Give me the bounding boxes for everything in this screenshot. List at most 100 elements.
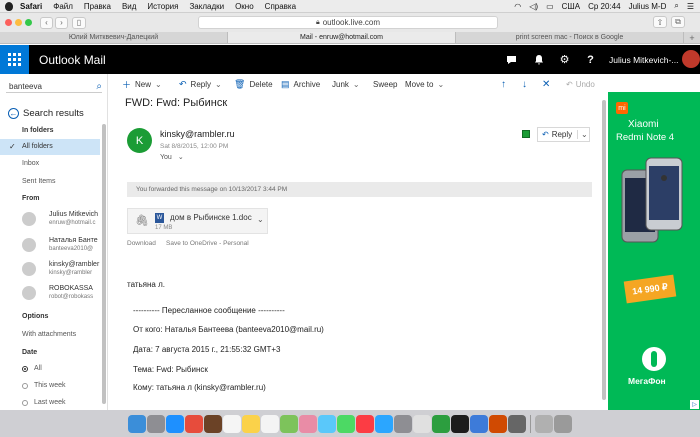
chevron-down-icon[interactable]: ⌄ [577, 130, 589, 139]
chevron-down-icon[interactable]: ⌄ [155, 80, 162, 89]
menu-edit[interactable]: Правка [84, 2, 111, 11]
undo-button[interactable]: ↶ Undo [566, 74, 595, 94]
user-menu[interactable]: Julius Mitkevich-... [609, 45, 678, 74]
chevron-down-icon[interactable]: ⌄ [257, 215, 264, 224]
help-icon[interactable]: ? [577, 45, 604, 74]
notes-icon[interactable] [242, 414, 260, 433]
terminal-icon[interactable] [451, 414, 469, 433]
move-to-button[interactable]: Move to ⌄ [405, 74, 444, 94]
radio-all[interactable] [22, 366, 28, 372]
sweep-button[interactable]: Sweep [373, 74, 397, 94]
chevron-down-icon[interactable]: ⌄ [437, 80, 444, 89]
share-button[interactable]: ⇧ [653, 16, 667, 28]
download-link[interactable]: Download [127, 240, 156, 247]
menu-file[interactable]: Файл [53, 2, 73, 11]
zoom-window-button[interactable] [25, 19, 32, 26]
menu-history[interactable]: История [147, 2, 178, 11]
facetime-icon[interactable] [337, 414, 355, 433]
app-icon[interactable] [508, 414, 526, 433]
photo-booth-icon[interactable] [185, 414, 203, 433]
finder-icon[interactable] [128, 414, 146, 433]
app-launcher-icon[interactable] [0, 45, 29, 74]
calendar-icon[interactable] [223, 414, 241, 433]
menu-window[interactable]: Окно [235, 2, 254, 11]
chat-icon[interactable] [498, 45, 525, 74]
ad-choices-icon[interactable]: ▷ [690, 400, 699, 409]
attachment-card[interactable]: 🖇︎ W дом в Рыбинске 1.doc 17 MB ⌄ [127, 208, 268, 234]
radio-last-week[interactable] [22, 400, 28, 406]
archive-button[interactable]: ▤ Archive [281, 74, 320, 94]
sender-email[interactable]: kinsky@rambler.ru [160, 129, 235, 139]
reminders-icon[interactable] [261, 414, 279, 433]
radio-this-week[interactable] [22, 383, 28, 389]
date-option-last-week[interactable]: Last week [34, 399, 66, 406]
delete-button[interactable]: 🗑︎ Delete [234, 74, 273, 94]
safari-icon[interactable] [166, 414, 184, 433]
forward-button[interactable]: › [55, 16, 68, 29]
close-window-button[interactable] [5, 19, 12, 26]
folder-sent-items[interactable]: Sent Items [22, 178, 55, 185]
photos-icon[interactable] [299, 414, 317, 433]
search-icon[interactable]: ⌕ [96, 81, 102, 92]
menu-view[interactable]: Вид [122, 2, 136, 11]
trash-icon[interactable] [554, 414, 572, 433]
input-source[interactable]: США [562, 2, 580, 11]
back-button[interactable]: ‹ [40, 16, 53, 29]
new-tab-button[interactable]: + [684, 32, 700, 43]
tabs-overview-button[interactable]: ⧉ [671, 16, 685, 28]
menubar-user[interactable]: Julius M-D [629, 2, 667, 11]
junk-button[interactable]: Junk ⌄ [332, 74, 360, 94]
search-input[interactable]: banteeva ⌕ [6, 80, 102, 93]
advertisement[interactable]: mi Xiaomi Redmi Note 4 14 990 ₽ МегаФон … [608, 92, 700, 410]
reading-pane-scrollbar[interactable] [602, 100, 606, 400]
down-arrow-icon[interactable]: ↓ [522, 74, 527, 94]
date-option-all[interactable]: All [34, 365, 42, 372]
back-arrow-icon[interactable]: ← [8, 108, 19, 119]
gear-icon[interactable]: ⚙ [551, 45, 578, 74]
tab-profile[interactable]: Юлий Митквевич-Далецкий [0, 32, 228, 43]
word-icon[interactable] [470, 414, 488, 433]
menu-help[interactable]: Справка [265, 2, 296, 11]
volume-icon[interactable]: ◁) [529, 2, 538, 11]
reply-message-button[interactable]: ↶ Reply ⌄ [537, 127, 590, 142]
date-option-this-week[interactable]: This week [34, 382, 66, 389]
new-button[interactable]: ＋ New ⌄ [122, 74, 162, 94]
address-bar[interactable]: 🔒︎ outlook.live.com [198, 16, 498, 29]
messages-icon[interactable] [318, 414, 336, 433]
bell-icon[interactable] [525, 45, 552, 74]
menu-bookmarks[interactable]: Закладки [189, 2, 224, 11]
contact-filter[interactable]: kinsky@rambler kinsky@rambler [0, 258, 100, 280]
chevron-down-icon[interactable]: ⌄ [215, 80, 222, 89]
system-preferences-icon[interactable] [394, 414, 412, 433]
up-arrow-icon[interactable]: ↑ [501, 74, 506, 94]
contact-filter[interactable]: ROBOKASSA robot@robokass [0, 282, 100, 304]
downloads-icon[interactable] [535, 414, 553, 433]
preview-icon[interactable] [413, 414, 431, 433]
contact-filter[interactable]: Наталья Банте banteeva2010@ [0, 234, 100, 256]
minimize-window-button[interactable] [15, 19, 22, 26]
contacts-icon[interactable] [204, 414, 222, 433]
menu-app-safari[interactable]: Safari [20, 2, 42, 11]
recipients[interactable]: You ⌄ [160, 153, 184, 162]
list-icon[interactable]: ☰ [687, 2, 694, 11]
tab-google-search[interactable]: print screen mac - Поиск в Google [456, 32, 684, 43]
reply-button[interactable]: ↶ Reply ⌄ [179, 74, 222, 94]
sidebar-scrollbar[interactable] [102, 124, 106, 404]
clock[interactable]: Ср 20:44 [588, 2, 620, 11]
battery-icon[interactable]: ▭ [546, 2, 554, 11]
maps-icon[interactable] [280, 414, 298, 433]
app-store-icon[interactable] [375, 414, 393, 433]
contact-filter[interactable]: Julius Mitkevich enruw@hotmail.c [0, 208, 100, 230]
itunes-icon[interactable] [356, 414, 374, 433]
search-icon[interactable]: ⌕ [674, 1, 678, 11]
powerpoint-icon[interactable] [489, 414, 507, 433]
tab-mail[interactable]: Mail - enruw@hotmail.com [228, 32, 456, 43]
folder-all-folders[interactable]: ✓ All folders [0, 139, 100, 155]
folder-inbox[interactable]: Inbox [22, 160, 39, 167]
apple-icon[interactable] [5, 1, 13, 11]
launchpad-icon[interactable] [147, 414, 165, 433]
wifi-icon[interactable]: ◠ [514, 2, 521, 11]
numbers-icon[interactable] [432, 414, 450, 433]
avatar[interactable] [682, 50, 700, 68]
category-flag-icon[interactable] [522, 130, 530, 138]
